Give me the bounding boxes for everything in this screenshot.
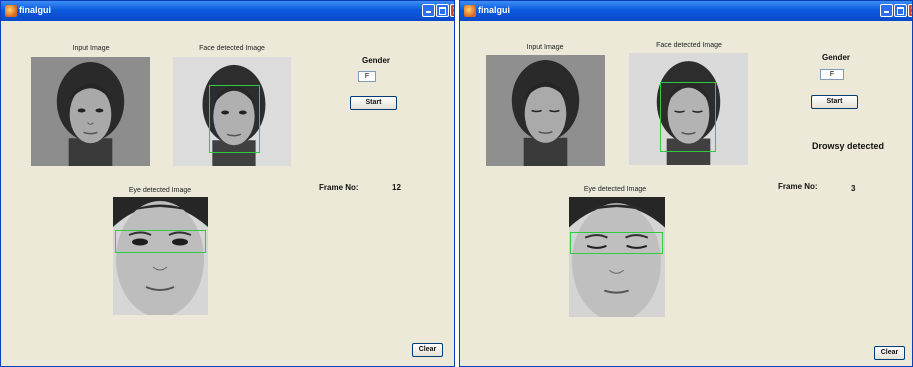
start-button[interactable]: Start	[350, 96, 397, 110]
gender-label: Gender	[362, 56, 391, 65]
window-title: finalgui	[19, 5, 51, 15]
eye-detected-label: Eye detected Image	[128, 187, 192, 194]
eye-detected-image	[113, 197, 208, 315]
clear-button[interactable]: Clear	[874, 346, 905, 360]
gender-field[interactable]: F	[358, 71, 376, 82]
eye-detected-image	[569, 197, 665, 317]
gender-field[interactable]: F	[820, 69, 844, 80]
close-icon[interactable]	[908, 4, 912, 17]
eye-detection-box	[570, 232, 663, 254]
drowsy-status-text: Drowsy detected	[812, 141, 885, 151]
window-title: finalgui	[478, 5, 510, 15]
input-image-label: Input Image	[72, 45, 110, 52]
frame-number-value: 12	[392, 183, 401, 192]
face-detected-label: Face detected Image	[656, 42, 722, 49]
start-button[interactable]: Start	[811, 95, 858, 109]
face-detection-box	[660, 82, 716, 152]
matlab-app-icon	[5, 5, 17, 17]
frame-number-label: Frame No:	[778, 182, 818, 191]
face-detection-box	[209, 85, 260, 153]
input-image	[31, 57, 150, 166]
minimize-icon[interactable]	[422, 4, 435, 17]
clear-button[interactable]: Clear	[412, 343, 443, 357]
eye-detected-label: Eye detected Image	[583, 186, 647, 193]
title-bar[interactable]: finalgui	[460, 1, 912, 21]
eye-detection-box	[115, 230, 206, 253]
frame-number-value: 3	[851, 184, 856, 193]
maximize-icon[interactable]	[436, 4, 449, 17]
minimize-icon[interactable]	[880, 4, 893, 17]
input-image	[486, 55, 605, 166]
matlab-app-icon	[464, 5, 476, 17]
gender-label: Gender	[822, 53, 851, 62]
face-detected-label: Face detected Image	[199, 45, 265, 52]
maximize-icon[interactable]	[894, 4, 907, 17]
close-icon[interactable]	[450, 4, 454, 17]
finalgui-window-left: finalgui Input Image Face detected Image	[0, 0, 455, 367]
title-bar[interactable]: finalgui	[1, 1, 454, 21]
frame-number-label: Frame No:	[319, 183, 359, 192]
input-image-label: Input Image	[526, 44, 564, 51]
finalgui-window-right: finalgui Input Image Face detected Image	[459, 0, 913, 367]
